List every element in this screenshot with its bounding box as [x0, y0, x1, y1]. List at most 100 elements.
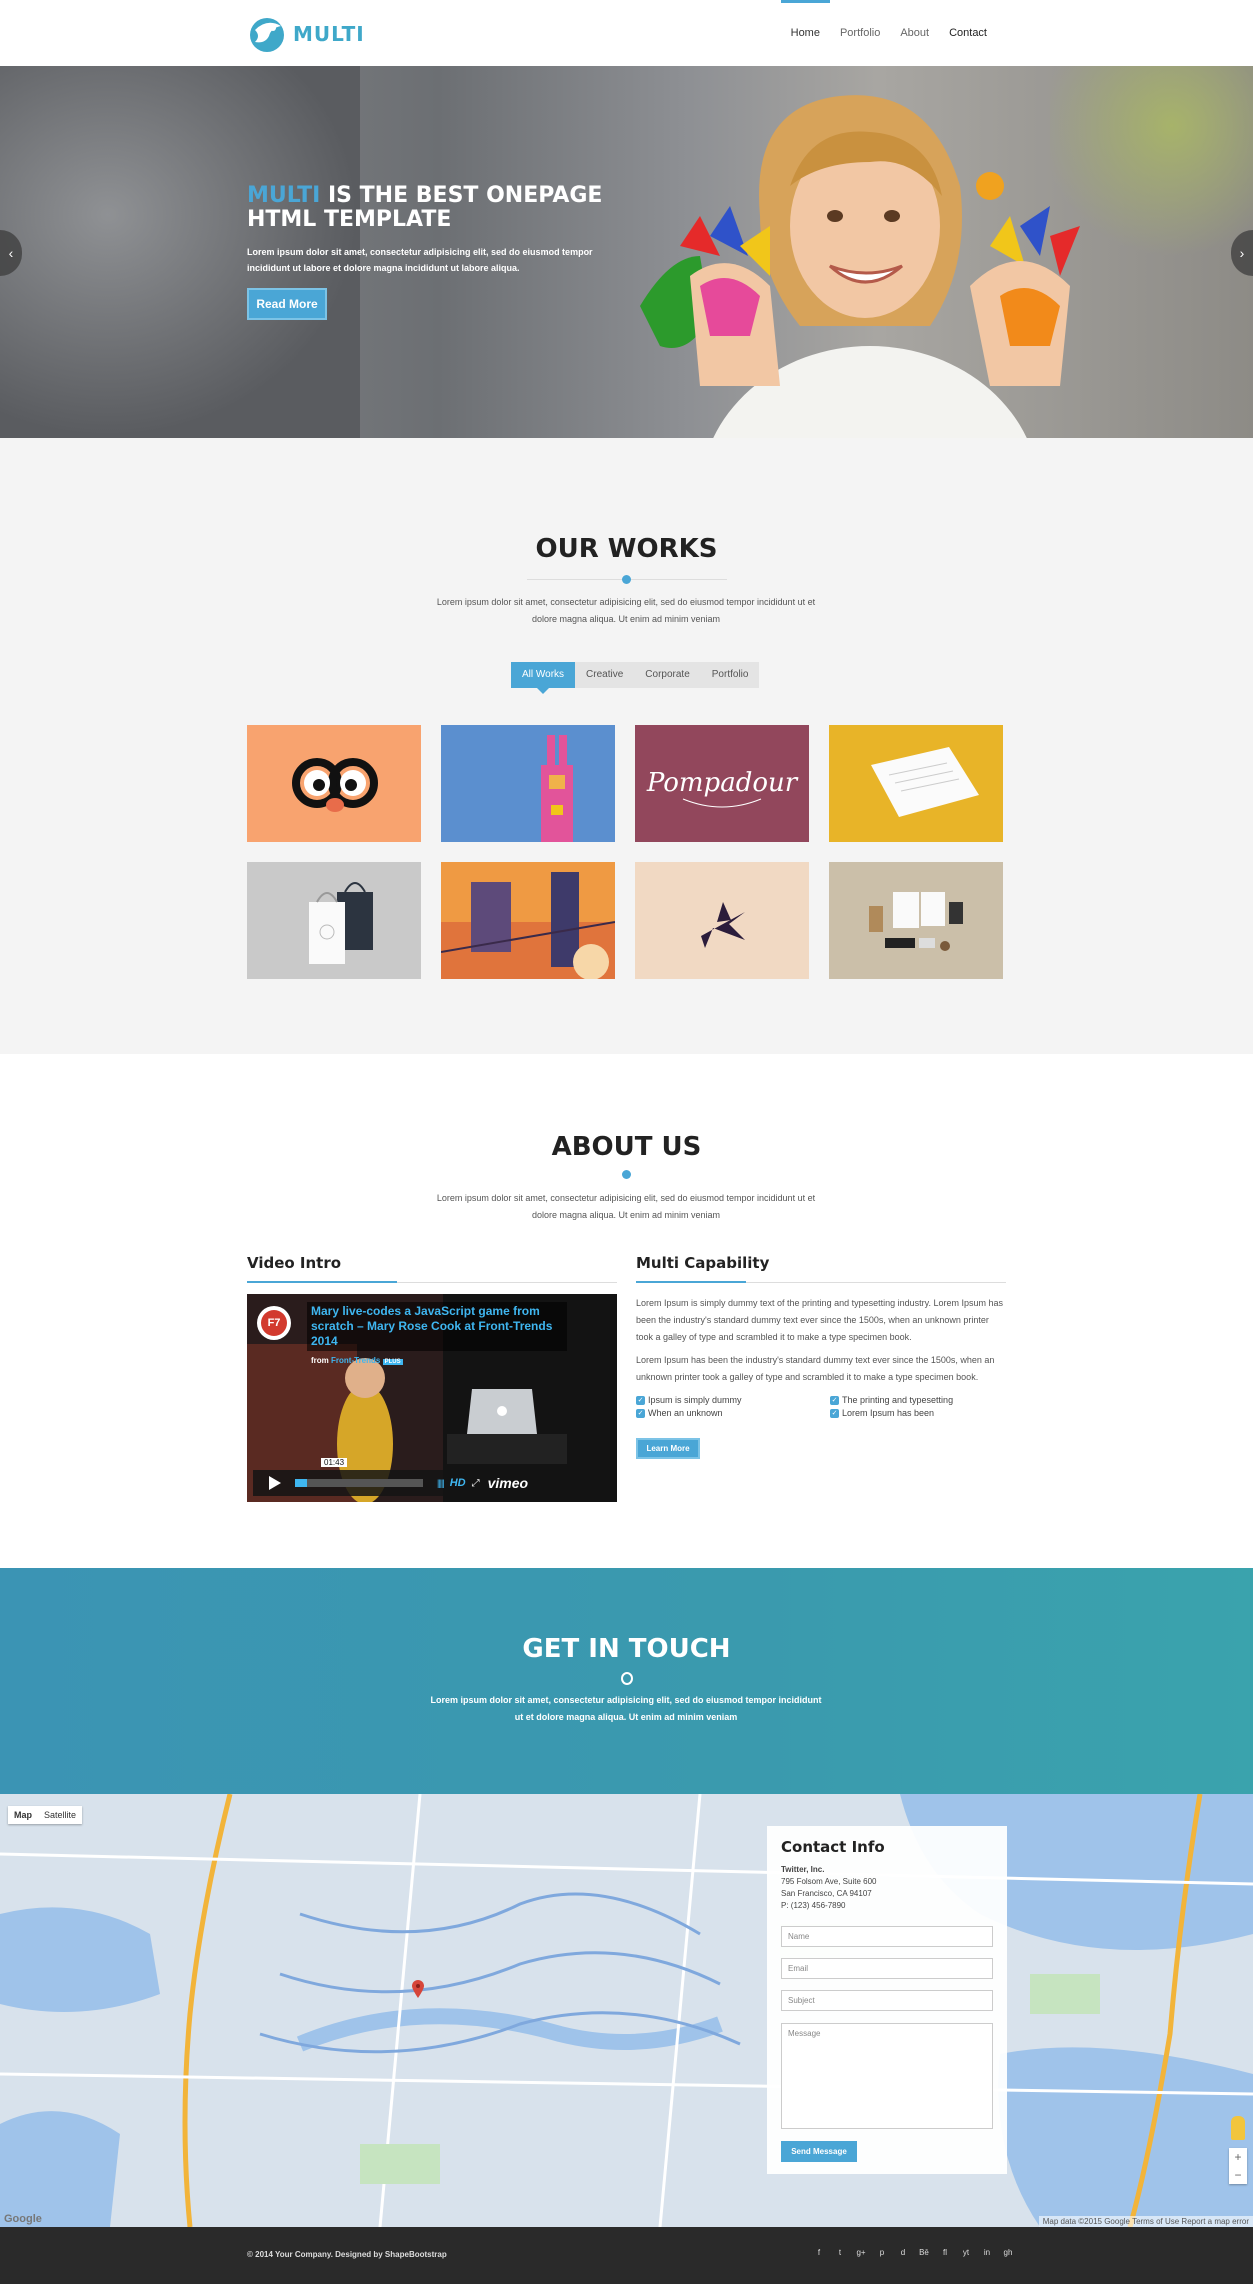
facebook-icon[interactable]: f — [812, 2246, 826, 2260]
portfolio-item[interactable]: Pompadour — [635, 725, 809, 842]
phone-number: P: (123) 456-7890 — [781, 1901, 846, 1910]
portfolio-item[interactable] — [247, 862, 421, 979]
hero-title-accent: MULTI — [247, 183, 321, 208]
contact-info-title: Contact Info — [781, 1838, 885, 1856]
hd-toggle[interactable]: HD — [450, 1477, 466, 1489]
copyright-text: © 2014 Your Company. Designed by ShapeBo… — [247, 2250, 447, 2259]
glasses-illustration — [292, 758, 378, 812]
capability-paragraph-2: Lorem Ipsum has been the industry's stan… — [636, 1355, 995, 1382]
zoom-in-button[interactable]: + — [1229, 2148, 1247, 2166]
name-field[interactable]: Name — [781, 1926, 993, 1947]
nav-portfolio[interactable]: Portfolio — [830, 0, 890, 66]
video-player[interactable]: F7 Mary live-codes a JavaScript game fro… — [247, 1294, 617, 1502]
learn-more-button[interactable]: Learn More — [636, 1438, 700, 1459]
tile-pompadour-text: Pompadour — [646, 768, 799, 798]
twitter-icon[interactable]: t — [833, 2246, 847, 2260]
shopping-bags-mockup — [309, 882, 373, 964]
contact-header-section: GET IN TOUCH Lorem ipsum dolor sit amet,… — [0, 1568, 1253, 1794]
chevron-left-icon: ‹ — [8, 245, 14, 261]
hero-title: MULTI IS THE BEST ONEPAGE HTML TEMPLATE — [247, 184, 627, 232]
email-field[interactable]: Email — [781, 1958, 993, 1979]
github-icon[interactable]: gh — [1001, 2246, 1015, 2260]
play-icon — [269, 1476, 281, 1490]
check-icon: ✓ — [636, 1395, 645, 1405]
chevron-right-icon: › — [1239, 245, 1245, 261]
works-section: OUR WORKS Lorem ipsum dolor sit amet, co… — [0, 438, 1253, 1054]
portfolio-item[interactable] — [829, 862, 1003, 979]
bunny-illustration — [541, 735, 573, 842]
street-view-pegman-icon[interactable] — [1231, 2116, 1245, 2140]
contact-address: Twitter, Inc. 795 Folsom Ave, Suite 600 … — [781, 1864, 876, 1912]
plus-badge: PLUS — [382, 1359, 403, 1365]
map-marker-icon[interactable] — [412, 1980, 424, 1998]
video-channel-link[interactable]: Front-Trends — [331, 1356, 380, 1365]
nav-contact[interactable]: Contact — [939, 0, 997, 66]
capability-underline — [636, 1281, 1006, 1283]
google-logo[interactable]: Google — [4, 2213, 42, 2225]
portfolio-item[interactable] — [441, 862, 615, 979]
touch-lead: Lorem ipsum dolor sit amet, consectetur … — [430, 1695, 822, 1722]
portfolio-item[interactable] — [829, 725, 1003, 842]
video-progress-bar[interactable] — [295, 1479, 423, 1487]
city-map — [0, 1794, 1253, 2227]
check-icon: ✓ — [636, 1408, 645, 1418]
youtube-icon[interactable]: yt — [959, 2246, 973, 2260]
nav-about[interactable]: About — [890, 0, 939, 66]
pinterest-icon[interactable]: p — [875, 2246, 889, 2260]
linkedin-icon[interactable]: in — [980, 2246, 994, 2260]
read-more-button[interactable]: Read More — [247, 288, 327, 320]
company-name: Twitter, Inc. — [781, 1865, 825, 1874]
video-from-label: from — [311, 1356, 329, 1365]
address-line-2: San Francisco, CA 94107 — [781, 1889, 872, 1898]
filter-creative[interactable]: Creative — [575, 662, 634, 688]
map-type-toggle: Map Satellite — [8, 1806, 83, 1824]
video-title[interactable]: Mary live-codes a JavaScript game from s… — [307, 1302, 567, 1351]
behance-icon[interactable]: Bē — [917, 2246, 931, 2260]
capability-title: Multi Capability — [636, 1254, 770, 1272]
video-controls: ||||| HD ⤢ vimeo — [253, 1470, 611, 1496]
send-message-button[interactable]: Send Message — [781, 2141, 857, 2162]
filter-corporate[interactable]: Corporate — [634, 662, 700, 688]
portfolio-item[interactable] — [635, 862, 809, 979]
google-plus-icon[interactable]: g+ — [854, 2246, 868, 2260]
checklist-item: ✓ When an unknown — [636, 1408, 723, 1418]
channel-avatar[interactable]: F7 — [257, 1306, 291, 1340]
star-logo — [701, 902, 745, 948]
volume-icon[interactable]: ||||| — [437, 1478, 445, 1488]
about-title: ABOUT US — [551, 1132, 702, 1162]
navbar: MULTI Home Portfolio About Contact — [0, 0, 1253, 66]
video-time-tooltip: 01:43 — [321, 1458, 348, 1467]
checklist-item: ✓ The printing and typesetting — [830, 1395, 954, 1405]
map-credits[interactable]: Map data ©2015 Google Terms of Use Repor… — [1038, 2216, 1253, 2227]
flickr-icon[interactable]: fl — [938, 2246, 952, 2260]
checklist-item: ✓ Lorem Ipsum has been — [830, 1408, 935, 1418]
fullscreen-icon[interactable]: ⤢ — [472, 1478, 480, 1489]
zoom-out-button[interactable]: − — [1229, 2166, 1247, 2184]
channel-logo-icon: F7 — [261, 1310, 287, 1336]
portfolio-item[interactable] — [247, 725, 421, 842]
portfolio-filter: All Works Creative Corporate Portfolio — [511, 662, 760, 694]
dribbble-icon[interactable]: d — [896, 2246, 910, 2260]
main-menu: Home Portfolio About Contact — [780, 0, 997, 66]
checklist-item: ✓ Ipsum is simply dummy — [636, 1395, 742, 1405]
play-button[interactable] — [257, 1472, 291, 1494]
filter-portfolio[interactable]: Portfolio — [701, 662, 760, 688]
nav-home[interactable]: Home — [780, 0, 831, 66]
portfolio-grid: Pompadour — [247, 725, 1004, 979]
brand-logo[interactable]: MULTI — [247, 14, 365, 54]
title-dot-icon — [622, 575, 631, 584]
filter-all-works[interactable]: All Works — [511, 662, 576, 694]
hero-text: Lorem ipsum dolor sit amet, consectetur … — [247, 247, 593, 273]
footer: © 2014 Your Company. Designed by ShapeBo… — [0, 2227, 1253, 2284]
map-type-map[interactable]: Map — [8, 1806, 38, 1824]
contact-form-panel: Contact Info Twitter, Inc. 795 Folsom Av… — [767, 1826, 1007, 2174]
video-intro-underline — [247, 1281, 617, 1283]
vimeo-logo[interactable]: vimeo — [488, 1475, 528, 1491]
portfolio-item[interactable] — [441, 725, 615, 842]
check-icon: ✓ — [830, 1408, 839, 1418]
works-lead: Lorem ipsum dolor sit amet, consectetur … — [436, 597, 816, 624]
message-field[interactable]: Message — [781, 2023, 993, 2129]
subject-field[interactable]: Subject — [781, 1990, 993, 2011]
map-section[interactable]: Map Satellite + − Google Map data ©2015 … — [0, 1794, 1253, 2227]
map-type-satellite[interactable]: Satellite — [38, 1806, 82, 1824]
